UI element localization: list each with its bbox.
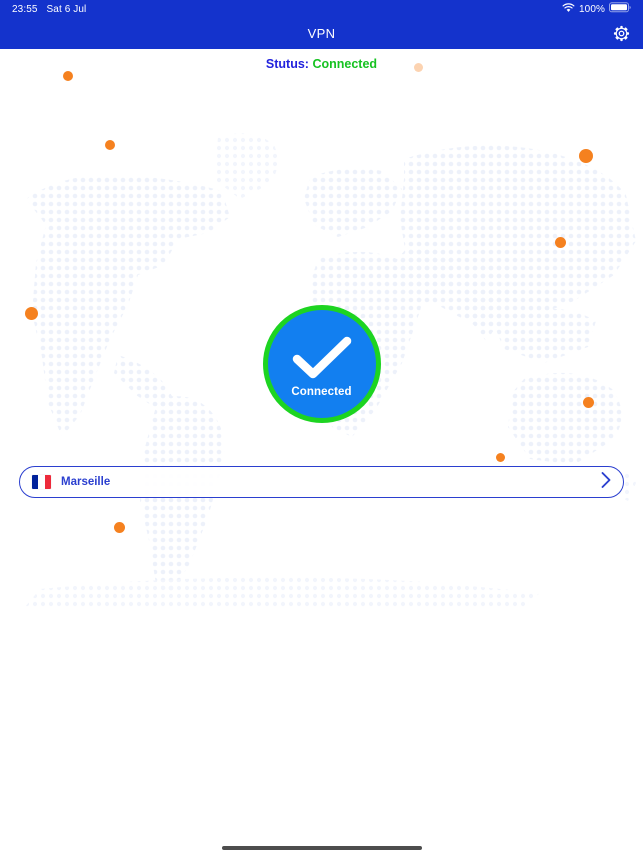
app-header: VPN [0,18,643,49]
page-title: VPN [307,26,336,41]
server-location-dot[interactable] [579,149,593,163]
battery-full-icon [609,2,631,16]
vpn-app-screen: 23:55 Sat 6 Jul 100% VPN Stutus: Connect… [0,0,643,858]
server-location-dot[interactable] [24,306,38,320]
server-location-dot[interactable] [554,236,566,248]
connect-button-label: Connected [291,386,352,398]
server-location-dot[interactable] [582,396,594,408]
flag-france-icon [32,475,51,489]
status-bar-right: 100% [562,2,631,16]
selected-location-label: Marseille [61,476,111,488]
battery-percent-label: 100% [579,3,605,15]
connect-button-wrapper: Connected [262,305,381,423]
chevron-right-icon[interactable] [600,471,612,494]
wifi-icon [562,2,575,16]
status-bar-time: 23:55 [12,3,38,15]
status-bar: 23:55 Sat 6 Jul 100% [0,0,643,18]
server-location-dot[interactable] [495,452,505,462]
status-bar-left: 23:55 Sat 6 Jul [12,4,86,15]
main-content: Stutus: Connected Connected Marseille [0,49,643,858]
server-location-dot[interactable] [113,521,125,533]
home-indicator[interactable] [221,846,422,850]
check-icon [291,336,353,385]
vpn-status-label: Stutus: [265,57,309,71]
connect-toggle-button[interactable]: Connected [262,305,381,423]
vpn-status-line: Stutus: Connected [0,57,643,71]
gear-icon[interactable] [609,22,633,46]
status-bar-date: Sat 6 Jul [46,3,87,15]
location-selector[interactable]: Marseille [19,466,624,498]
server-location-dot[interactable] [105,140,115,150]
server-location-dot[interactable] [63,71,73,81]
vpn-status-value: Connected [312,57,378,71]
